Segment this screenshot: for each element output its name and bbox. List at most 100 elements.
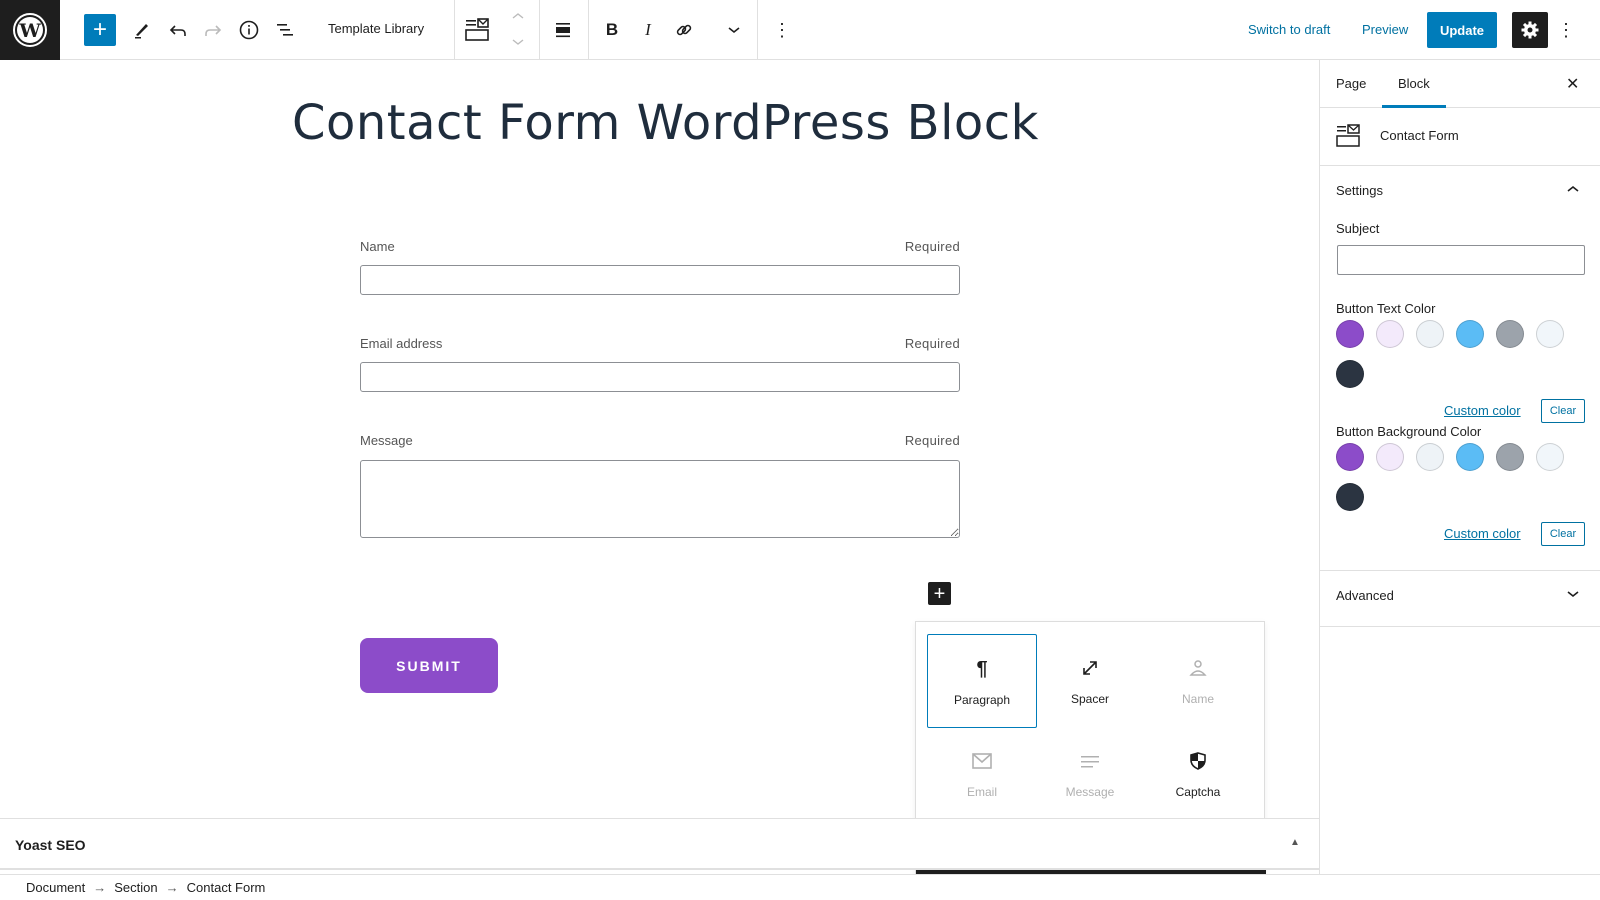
settings-button[interactable] [1512,12,1548,48]
text-color-swatch[interactable] [1456,320,1484,348]
text-color-swatch[interactable] [1376,320,1404,348]
undo-button[interactable] [160,12,196,48]
name-required-label: Required [904,239,960,254]
text-color-swatch[interactable] [1336,320,1364,348]
contact-form-icon [1336,124,1360,147]
button-text-color-label: Button Text Color [1336,301,1436,316]
close-icon[interactable]: ✕ [1566,74,1579,94]
text-color-swatch[interactable] [1336,360,1364,388]
list-view-icon [277,24,293,36]
inserter-item-paragraph[interactable]: ¶ Paragraph [927,634,1037,728]
tools-button[interactable] [124,12,160,48]
switch-to-draft-button[interactable]: Switch to draft [1248,22,1330,37]
panel-divider [1320,570,1600,571]
preview-button[interactable]: Preview [1362,22,1408,37]
submit-button[interactable]: SUBMIT [360,638,498,693]
person-icon [1188,656,1208,680]
inserter-item-spacer[interactable]: Spacer [1035,634,1145,728]
background-color-swatch[interactable] [1496,443,1524,471]
wordpress-logo[interactable]: W [0,0,60,60]
breadcrumb-item-document[interactable]: Document [26,880,85,895]
page-title[interactable]: Contact Form WordPress Block [292,95,1039,151]
template-library-button[interactable]: Template Library [328,21,424,36]
wordpress-icon: W [13,13,47,47]
block-options-button[interactable]: ⋮ [764,12,800,48]
move-down-button[interactable] [500,32,536,52]
lines-icon [1079,749,1101,773]
text-custom-color-button[interactable]: Custom color [1444,403,1521,418]
subject-input[interactable] [1337,245,1585,275]
list-view-button[interactable] [267,12,303,48]
redo-button[interactable] [195,12,231,48]
name-field-label: Name [360,239,395,254]
move-up-button[interactable] [500,6,536,26]
align-full-icon [556,23,570,38]
email-required-label: Required [904,336,960,351]
block-name: Contact Form [1380,128,1459,143]
more-vertical-icon: ⋮ [1557,19,1575,40]
text-color-swatch[interactable] [1536,320,1564,348]
inserter-item-message: Message [1035,727,1145,821]
inserter-item-captcha[interactable]: Captcha [1143,727,1253,821]
tab-page[interactable]: Page [1336,76,1366,91]
inserter-item-label: Paragraph [953,693,1011,707]
italic-button[interactable]: I [630,12,666,48]
breadcrumb-item-contact-form[interactable]: Contact Form [187,880,266,895]
breadcrumb-item-section[interactable]: Section [114,880,157,895]
toolbar-divider [539,0,540,60]
arrow-right-icon: → [165,880,179,895]
email-field-label: Email address [360,336,443,351]
caret-up-icon[interactable]: ▲ [1290,837,1300,848]
background-color-swatch[interactable] [1336,443,1364,471]
background-color-swatch[interactable] [1416,443,1444,471]
inserter-item-label: Spacer [1070,692,1110,706]
yoast-seo-panel[interactable]: Yoast SEO ▲ [0,818,1319,870]
block-breadcrumb: Document → Section → Contact Form [0,874,1600,900]
chevron-up-icon [512,13,524,19]
options-menu-button[interactable]: ⋮ [1548,12,1584,48]
inserter-item-label: Email [966,785,997,799]
background-color-clear-button[interactable]: Clear [1541,522,1585,546]
plus-icon: + [92,16,107,43]
sidebar-tabs: Page Block ✕ [1320,60,1600,108]
paragraph-icon: ¶ [976,657,988,680]
text-color-swatch[interactable] [1416,320,1444,348]
shield-icon [1189,749,1207,773]
settings-sidebar: Page Block ✕ Contact Form Settings Subje… [1319,60,1600,874]
italic-icon: I [645,20,651,39]
message-textarea[interactable] [360,460,960,538]
chevron-up-icon [1566,182,1580,197]
toolbar-divider [454,0,455,60]
update-button[interactable]: Update [1427,12,1497,48]
spacer-icon [1080,656,1100,680]
toolbar-divider [757,0,758,60]
text-color-clear-button[interactable]: Clear [1541,399,1585,423]
inline-add-block-button[interactable]: + [928,582,951,605]
block-type-button[interactable] [460,12,496,48]
email-input[interactable] [360,362,960,392]
chevron-down-icon [1566,587,1580,602]
text-color-swatch[interactable] [1496,320,1524,348]
background-color-swatch[interactable] [1336,483,1364,511]
bold-button[interactable]: B [594,12,630,48]
background-color-swatch[interactable] [1536,443,1564,471]
add-block-button[interactable]: + [84,14,116,46]
tab-block[interactable]: Block [1398,76,1430,91]
background-color-swatch[interactable] [1456,443,1484,471]
background-color-swatch[interactable] [1376,443,1404,471]
yoast-seo-title: Yoast SEO [15,837,86,853]
details-button[interactable] [231,12,267,48]
gear-icon [1521,21,1539,39]
align-button[interactable] [545,12,581,48]
link-button[interactable] [666,12,702,48]
plus-icon: + [933,582,946,605]
background-custom-color-button[interactable]: Custom color [1444,526,1521,541]
name-input[interactable] [360,265,960,295]
bold-icon: B [605,20,619,39]
subject-label: Subject [1336,221,1380,236]
inserter-item-label: Message [1065,785,1115,799]
toolbar-divider [588,0,589,60]
inserter-item-label: Captcha [1175,785,1221,799]
inserter-item-label: Name [1181,692,1214,706]
more-formatting-button[interactable] [716,12,752,48]
